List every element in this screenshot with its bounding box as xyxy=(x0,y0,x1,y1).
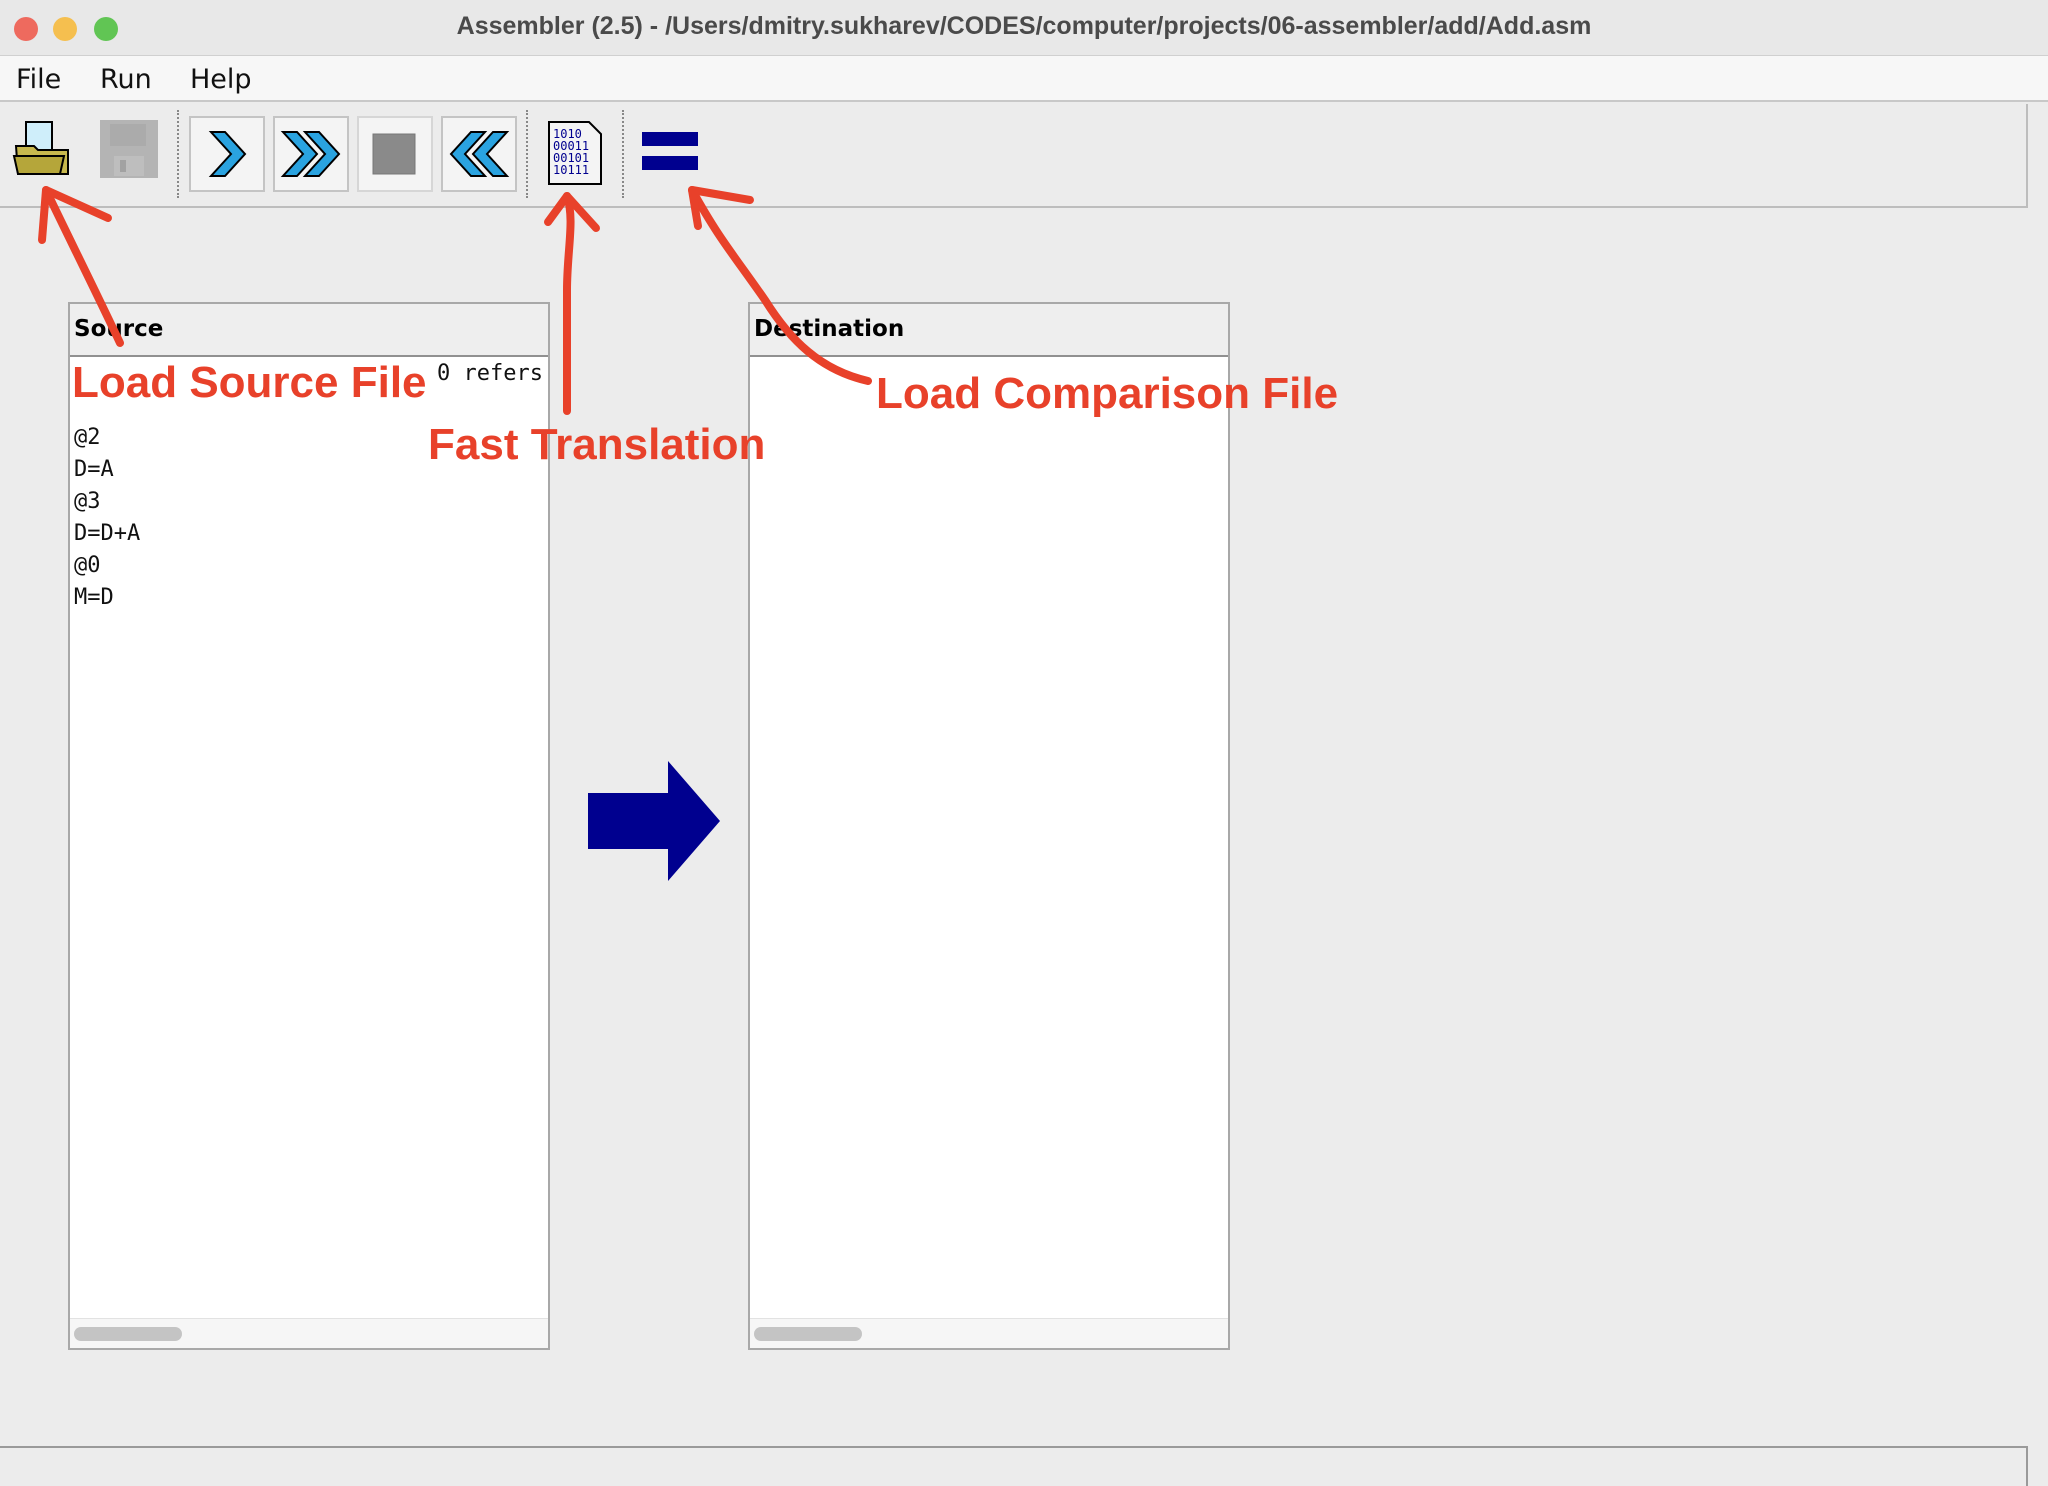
arrow-to-equals-icon xyxy=(688,186,872,385)
arrow-to-open-icon xyxy=(42,186,124,347)
annotation-load-source: Load Source File xyxy=(72,358,431,408)
annotation-load-comparison: Load Comparison File xyxy=(876,369,1339,418)
annotation-arrows xyxy=(38,186,872,415)
arrow-to-translate-icon xyxy=(563,192,575,415)
annotation-fast-translation: Fast Translation xyxy=(428,420,766,469)
